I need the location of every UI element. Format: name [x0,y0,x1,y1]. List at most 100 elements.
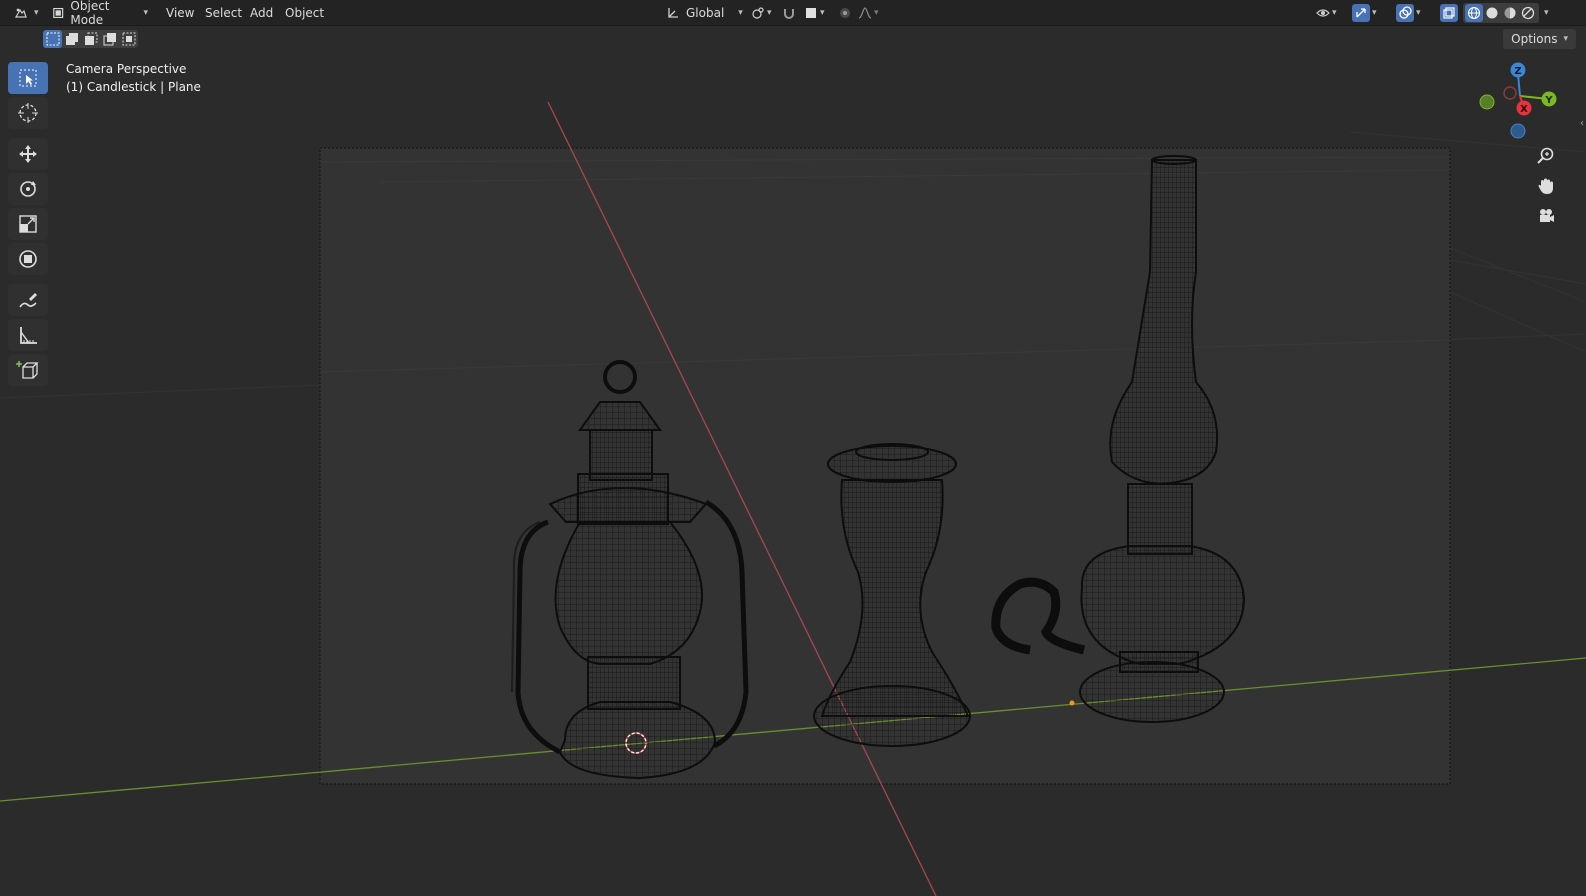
tool-add-cube[interactable] [8,354,48,386]
solid-shading-button[interactable] [1483,4,1501,22]
select-intersect-icon [122,32,135,46]
select-new-icon [46,32,59,46]
orientation-icon [668,8,678,18]
tool-cursor[interactable] [8,97,48,129]
tool-transform[interactable] [8,243,48,275]
object-mode-dropdown[interactable]: Object Mode ▾ [46,0,154,27]
shading-mode-group [1463,3,1539,23]
visibility-dropdown[interactable]: ▾ [1316,3,1337,23]
camera-view-button[interactable] [1532,202,1560,230]
zoom-icon [1537,147,1554,164]
add-cube-icon [16,361,39,379]
xray-toggle[interactable] [1440,3,1458,23]
chevron-down-icon: ▾ [1563,34,1568,44]
select-extend-button[interactable] [62,30,81,48]
overlays-toggle-bg [1396,4,1414,22]
selection-mode-group [43,30,138,48]
select-subtract-icon [84,32,97,45]
proportional-edit-toggle[interactable] [838,3,852,23]
editor-type-dropdown[interactable]: ▾ [8,3,45,23]
solid-sphere-icon [1486,7,1498,19]
3d-viewport[interactable]: ‹ [0,52,1586,896]
menu-add[interactable]: Add [246,3,277,23]
pivot-point-dropdown[interactable]: ▾ [745,3,778,23]
orientation-dropdown[interactable]: Global ▾ [660,3,749,23]
chevron-left-icon[interactable]: ‹ [1580,118,1584,129]
neg-z-handle [1510,123,1526,139]
menu-object[interactable]: Object [281,3,328,23]
x-axis-label: X [1520,104,1528,115]
material-sphere-icon [1504,7,1516,19]
proportional-edit-icon [840,8,850,18]
viewport-info: Camera Perspective (1) Candlestick | Pla… [66,60,201,96]
gizmo-icon [1356,8,1366,18]
falloff-dropdown[interactable]: ▾ [858,3,879,23]
tool-select-box[interactable] [8,62,48,94]
orientation-label: Global [686,6,725,20]
active-object-label: (1) Candlestick | Plane [66,80,201,94]
options-label: Options [1511,32,1558,46]
chevron-down-icon: ▾ [1544,8,1549,18]
chevron-down-icon: ▾ [1416,8,1421,18]
menu-select[interactable]: Select [201,3,246,23]
z-axis-label: Z [1514,66,1521,77]
select-intersect-button[interactable] [119,30,138,48]
select-box-icon [19,69,37,87]
scale-icon [19,215,37,233]
snap-increment-icon [806,8,816,18]
editor-type-icon [14,8,27,18]
overlays-toggle[interactable]: ▾ [1396,3,1421,23]
select-invert-icon [103,33,116,46]
tool-settings-bar: Options ▾ [0,26,1586,52]
chevron-down-icon: ▾ [143,8,148,18]
eye-icon [1316,9,1330,17]
select-subtract-button[interactable] [81,30,100,48]
zoom-button[interactable] [1532,142,1560,170]
chevron-down-icon: ▾ [874,8,879,18]
gizmo-toggle[interactable]: ▾ [1352,3,1377,23]
navigation-gizmo[interactable]: Z Y X [1474,60,1564,150]
view-name: Camera Perspective [66,62,187,76]
chevron-down-icon: ▾ [767,8,772,18]
object-origin [1069,700,1075,706]
material-shading-button[interactable] [1501,4,1519,22]
xray-toggle-bg [1440,4,1458,22]
object-mode-icon [53,7,64,19]
tool-rotate[interactable] [8,173,48,205]
xray-icon [1443,7,1455,19]
tool-measure[interactable] [8,319,48,351]
viewport-header: ▾ Object Mode ▾ View Select Add Object G… [0,0,1586,27]
snap-toggle[interactable] [782,3,796,23]
snap-target-dropdown[interactable]: ▾ [798,3,831,23]
annotate-icon [19,293,37,308]
camera-icon [1540,209,1554,222]
chevron-down-icon: ▾ [820,8,825,18]
options-dropdown[interactable]: Options ▾ [1503,29,1576,49]
rendered-sphere-icon [1521,6,1535,20]
chevron-down-icon: ▾ [34,8,39,18]
viewport-scene [0,52,1586,896]
overlays-icon [1399,6,1412,19]
gizmo-toggle-bg [1352,4,1370,22]
y-axis-label: Y [1544,95,1553,106]
wireframe-shading-button[interactable] [1465,4,1483,22]
rendered-shading-button[interactable] [1519,4,1537,22]
neg-x-handle [1503,86,1517,100]
chevron-down-icon: ▾ [1332,8,1337,18]
select-invert-button[interactable] [100,30,119,48]
menu-view[interactable]: View [162,3,198,23]
falloff-curve-icon [858,7,872,19]
shading-options-dropdown[interactable]: ▾ [1544,3,1549,23]
pan-button[interactable] [1532,172,1560,200]
transform-icon [19,250,37,268]
tool-annotate[interactable] [8,284,48,316]
cursor-icon [18,103,38,123]
tool-move[interactable] [8,138,48,170]
tool-scale[interactable] [8,208,48,240]
select-extend-icon [65,33,78,45]
wireframe-sphere-icon [1467,6,1481,20]
hand-icon [1538,178,1553,194]
magnet-icon [784,9,794,19]
chevron-down-icon: ▾ [1372,8,1377,18]
select-new-button[interactable] [43,30,62,48]
